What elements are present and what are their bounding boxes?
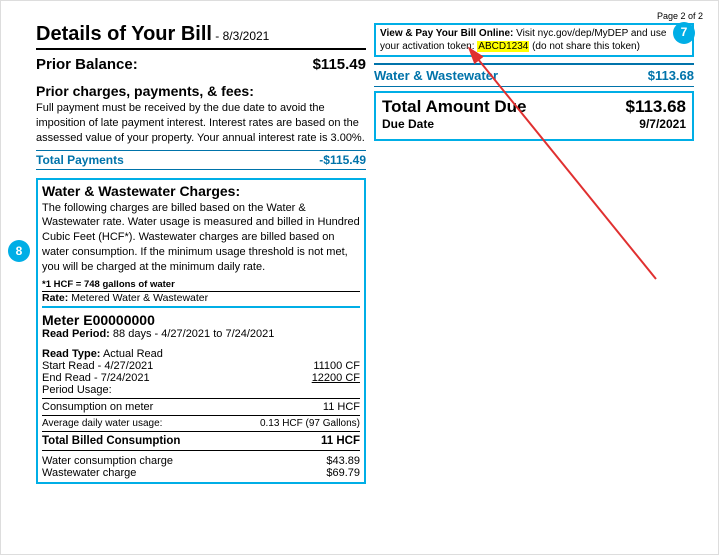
rate-value: Metered Water & Wastewater [71,292,208,304]
read-period-row: Read Period: 88 days - 4/27/2021 to 7/24… [42,328,360,340]
online-bold: View & Pay Your Bill Online: [380,28,513,39]
avg-usage-row: Average daily water usage: 0.13 HCF (97 … [42,418,360,429]
title-row: Details of Your Bill - 8/3/2021 [36,23,366,50]
due-date-row: Due Date 9/7/2021 [382,117,686,131]
total-payments-value: -$115.49 [319,153,366,167]
total-consumption-row: Total Billed Consumption 11 HCF [42,431,360,451]
total-amount-due-value: $113.68 [625,97,686,117]
total-payments-label: Total Payments [36,153,124,167]
avg-usage-label: Average daily water usage: [42,418,162,429]
left-column: Details of Your Bill - 8/3/2021 Prior Ba… [36,23,366,484]
wastewater-charge-row: Wastewater charge $69.79 [42,467,360,479]
total-amount-due-row: Total Amount Due $113.68 [382,97,686,117]
start-read-value: 11100 CF [313,360,360,372]
consumption-meter-row: Consumption on meter 11 HCF [42,401,360,413]
avg-usage-value: 0.13 HCF (97 Gallons) [260,418,360,429]
hcf-footnote: *1 HCF = 748 gallons of water [42,279,360,292]
due-date-value: 9/7/2021 [639,117,686,131]
read-type-row: Read Type: Actual Read [42,348,360,360]
prior-balance-row: Prior Balance: $115.49 [36,56,366,73]
water-charge-row: Water consumption charge $43.89 [42,455,360,467]
page-title: Details of Your Bill [36,23,212,45]
water-charge-label: Water consumption charge [42,455,173,467]
charges-detail-box: 8 Water & Wastewater Charges: The follow… [36,178,366,484]
prior-balance-label: Prior Balance: [36,56,138,73]
page-number: Page 2 of 2 [36,11,703,21]
ww-summary-row: Water & Wastewater $113.68 [374,63,694,87]
consumption-meter-label: Consumption on meter [42,401,153,413]
total-amount-due-label: Total Amount Due [382,97,526,117]
pcf-heading: Prior charges, payments, & fees: [36,83,366,99]
total-consumption-value: 11 HCF [321,435,360,447]
read-period-label: Read Period: [42,328,110,340]
ww-summary-label: Water & Wastewater [374,68,498,83]
due-date-label: Due Date [382,117,434,131]
read-period-value: 88 days - 4/27/2021 to 7/24/2021 [113,328,274,340]
wastewater-charge-value: $69.79 [326,467,360,479]
right-column: 7 View & Pay Your Bill Online: Visit nyc… [374,23,694,484]
ww-summary-value: $113.68 [648,68,694,83]
water-charge-value: $43.89 [326,455,360,467]
activation-token: ABCD1234 [477,41,529,52]
start-read-label: Start Read - 4/27/2021 [42,360,153,372]
online-pay-box: 7 View & Pay Your Bill Online: Visit nyc… [374,23,694,57]
start-read-row: Start Read - 4/27/2021 11100 CF [42,360,360,372]
wastewater-charge-label: Wastewater charge [42,467,136,479]
callout-badge-7: 7 [673,22,695,44]
title-date: - 8/3/2021 [212,29,269,43]
end-read-value: 12200 CF [312,372,360,384]
total-payments-row: Total Payments -$115.49 [36,150,366,170]
rate-label: Rate: [42,292,68,304]
rate-row: Rate: Metered Water & Wastewater [42,292,360,308]
read-type-label: Read Type: [42,348,100,360]
meter-name: Meter E00000000 [42,312,360,328]
ww-heading: Water & Wastewater Charges: [42,183,360,199]
consumption-meter-value: 11 HCF [323,401,360,413]
end-read-row: End Read - 7/24/2021 12200 CF [42,372,360,384]
pcf-text: Full payment must be received by the due… [36,101,366,146]
period-usage-label: Period Usage: [42,384,112,396]
prior-balance-value: $115.49 [313,56,366,73]
summary-box: Total Amount Due $113.68 Due Date 9/7/20… [374,91,694,141]
ww-text: The following charges are billed based o… [42,201,360,275]
online-text2: (do not share this token) [529,41,640,52]
total-consumption-label: Total Billed Consumption [42,435,180,447]
period-usage-row: Period Usage: [42,384,360,396]
callout-badge-8: 8 [8,240,30,262]
read-type-value: Actual Read [103,348,163,360]
end-read-label: End Read - 7/24/2021 [42,372,150,384]
